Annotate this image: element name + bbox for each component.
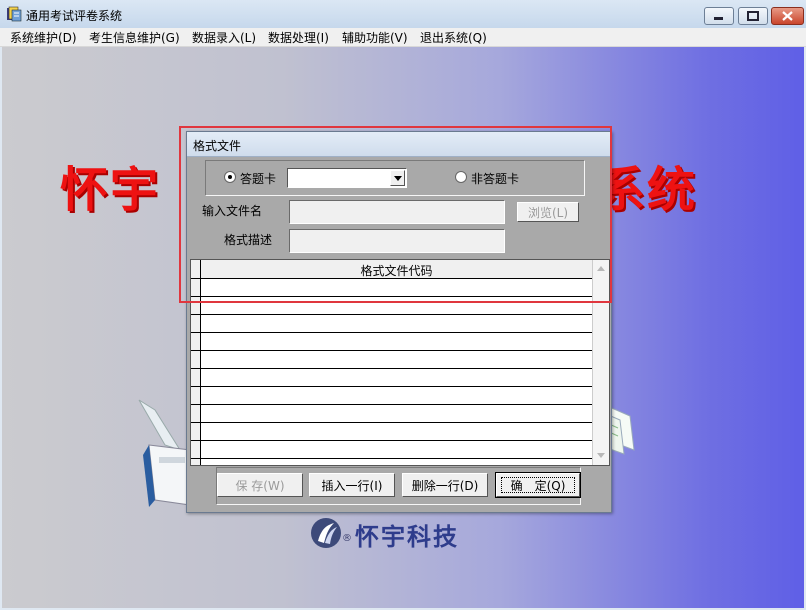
menu-examinee-info[interactable]: 考生信息维护(G) — [89, 29, 180, 46]
delete-row-button[interactable]: 删除一行(D) — [402, 473, 488, 497]
ok-button[interactable]: 确 定(Q) — [495, 472, 581, 498]
scroll-down-icon[interactable] — [593, 447, 609, 463]
table-row[interactable] — [191, 422, 592, 423]
title-bar: 通用考试评卷系统 — [0, 0, 806, 29]
format-code-grid[interactable]: 格式文件代码 — [190, 259, 610, 466]
radio-non-answer-card[interactable] — [455, 171, 467, 183]
table-row[interactable] — [191, 296, 592, 297]
chevron-down-icon — [394, 176, 402, 181]
dialog-title: 格式文件 — [193, 139, 242, 153]
grid-column-header[interactable]: 格式文件代码 — [201, 262, 592, 279]
browse-button[interactable]: 浏览(L) — [517, 202, 579, 222]
table-row[interactable] — [191, 350, 592, 351]
window-title: 通用考试评卷系统 — [26, 9, 123, 23]
answer-card-combo[interactable] — [287, 168, 407, 188]
insert-row-button[interactable]: 插入一行(I) — [309, 473, 395, 497]
grid-vertical-scrollbar[interactable] — [592, 260, 609, 465]
table-row[interactable] — [191, 458, 592, 459]
format-description-input[interactable] — [289, 229, 505, 253]
format-description-label: 格式描述 — [224, 233, 273, 247]
close-icon — [782, 11, 793, 21]
radio-non-answer-card-label[interactable]: 非答题卡 — [471, 170, 519, 187]
menu-bar: 系统维护(D) 考生信息维护(G) 数据录入(L) 数据处理(I) 辅助功能(V… — [0, 28, 806, 47]
grid-corner-cell — [191, 260, 201, 278]
menu-auxiliary[interactable]: 辅助功能(V) — [342, 29, 408, 46]
grid-header: 格式文件代码 — [191, 260, 592, 279]
table-row[interactable] — [191, 386, 592, 387]
minimize-button[interactable] — [704, 7, 734, 25]
combo-dropdown-button[interactable] — [390, 170, 405, 186]
table-row[interactable] — [191, 404, 592, 405]
scroll-up-icon[interactable] — [593, 261, 609, 277]
ok-button-focus-ring — [501, 477, 575, 493]
table-row[interactable] — [191, 368, 592, 369]
registered-mark: ® — [342, 533, 352, 544]
banner-text-right: 系统 — [597, 162, 698, 218]
exam-app-icon — [7, 6, 22, 22]
filename-label: 输入文件名 — [202, 204, 263, 218]
banner-text-left: 怀宇 — [60, 162, 161, 218]
radio-answer-card-label[interactable]: 答题卡 — [240, 170, 276, 187]
menu-data-processing[interactable]: 数据处理(I) — [268, 29, 329, 46]
minimize-icon — [714, 17, 723, 20]
menu-system-maintenance[interactable]: 系统维护(D) — [10, 29, 77, 46]
company-name: 怀宇科技 — [355, 522, 459, 551]
maximize-icon — [747, 11, 759, 21]
grid-row-selector[interactable] — [191, 279, 201, 465]
dialog-title-bar: 格式文件 — [187, 132, 611, 157]
table-row[interactable] — [191, 440, 592, 441]
maximize-button[interactable] — [738, 7, 768, 25]
menu-exit-system[interactable]: 退出系统(Q) — [420, 29, 487, 46]
radio-answer-card[interactable] — [224, 171, 236, 183]
save-button[interactable]: 保 存(W) — [217, 473, 303, 497]
company-logo-icon — [311, 518, 341, 548]
close-button[interactable] — [771, 7, 804, 25]
format-file-dialog: 格式文件 答题卡 非答题卡 输入文件名 浏览(L) 格式描述 格式文件代码 保 … — [186, 131, 612, 513]
menu-data-entry[interactable]: 数据录入(L) — [192, 29, 256, 46]
table-row[interactable] — [191, 332, 592, 333]
filename-input[interactable] — [289, 200, 505, 224]
table-row[interactable] — [191, 314, 592, 315]
dialog-body: 答题卡 非答题卡 输入文件名 浏览(L) 格式描述 格式文件代码 保 存(W) … — [187, 157, 611, 512]
